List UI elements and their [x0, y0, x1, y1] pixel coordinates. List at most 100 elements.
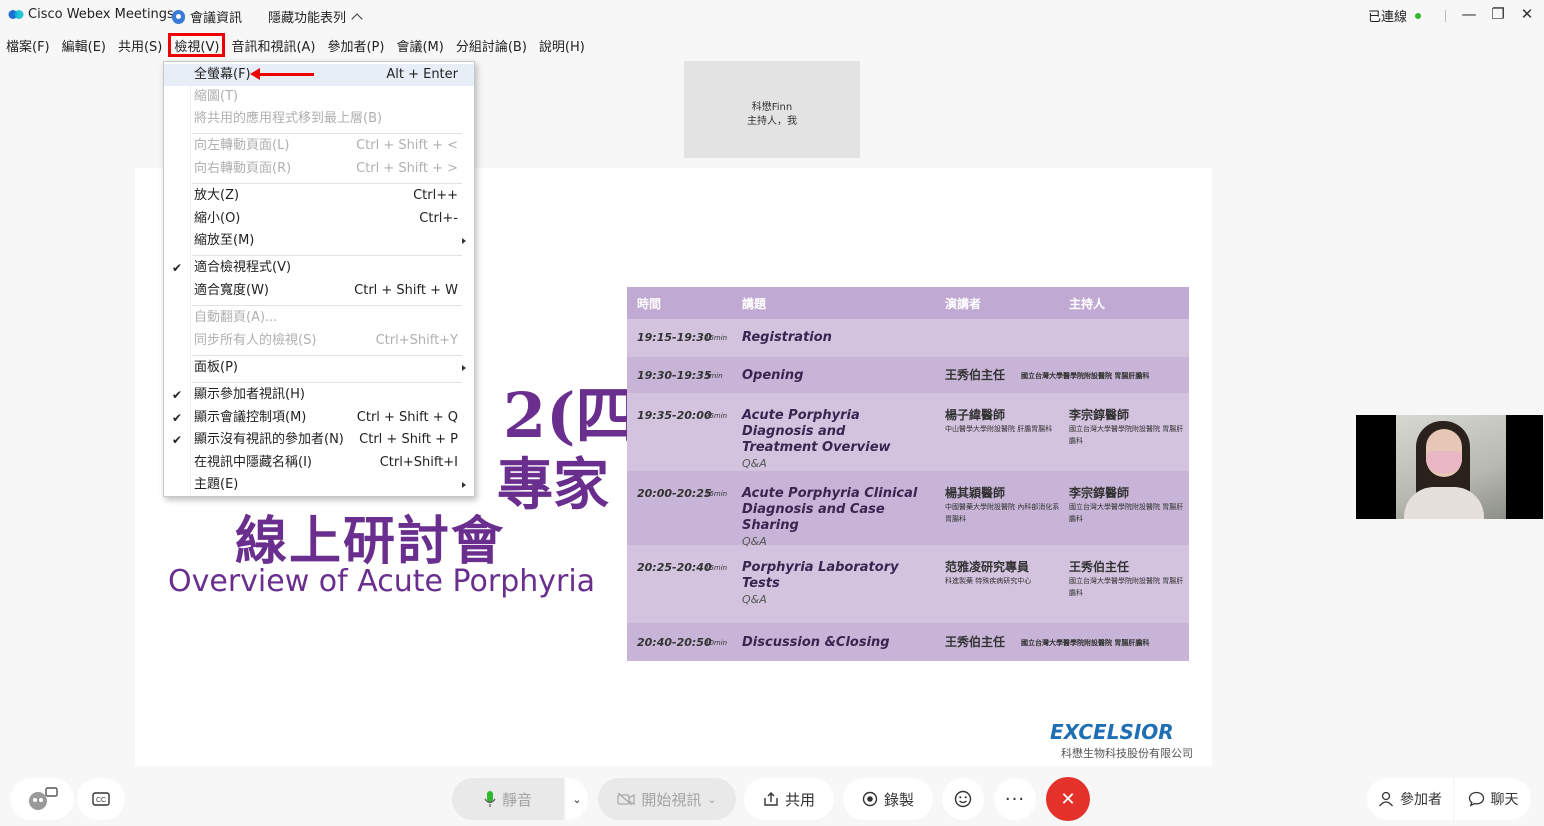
menu-item-label: 適合寬度(W): [194, 283, 269, 298]
checkmark-icon: ✔: [172, 411, 183, 425]
menu-separator: [192, 183, 462, 184]
connection-label: 已連線: [1368, 10, 1408, 25]
menu-item-label: 顯示參加者視訊(H): [194, 387, 305, 402]
assistant-icon: [29, 787, 58, 810]
menu-item-fit-viewer[interactable]: ✔ 適合檢視程式(V): [164, 257, 474, 279]
meeting-info-button[interactable]: 會議資訊: [172, 7, 242, 26]
menu-item-zoom-to[interactable]: 縮放至(M): [164, 230, 474, 252]
host-affiliation: 國立台灣大學醫學院附設醫院 胃腸肝膽科: [1069, 577, 1184, 597]
participant-video-tile[interactable]: [1356, 415, 1543, 519]
speaker-name: 范雅凌研究專員: [945, 560, 1030, 574]
hide-menu-bar-label: 隱藏功能表列: [268, 11, 347, 26]
app-title: Cisco Webex Meetings: [28, 7, 174, 22]
close-button[interactable]: ✕: [1512, 4, 1542, 24]
menu-item-zoom-in[interactable]: 放大(Z) Ctrl++: [164, 185, 474, 207]
reactions-button[interactable]: [942, 778, 984, 820]
meeting-assistant-button[interactable]: [10, 778, 74, 820]
agenda-topic: Acute Porphyria Clinical Diagnosis and C…: [742, 486, 932, 550]
menu-item-shortcut: Alt + Enter: [386, 67, 458, 82]
view-menu-dropdown: 全螢幕(F) Alt + Enter 縮圖(T) 將共用的應用程式移到最上層(B…: [163, 61, 475, 497]
agenda-header-topic: 講題: [742, 297, 767, 311]
audio-options-button[interactable]: ⌄: [566, 778, 588, 820]
slide-heading-expert: 專家: [497, 452, 609, 518]
minimize-button[interactable]: —: [1454, 4, 1484, 24]
menu-item-label: 向左轉動頁面(L): [194, 138, 290, 153]
start-video-label: 開始視訊: [641, 790, 702, 809]
speaker-name: 王秀伯主任: [945, 368, 1006, 382]
agenda-header-speaker: 演講者: [945, 297, 982, 311]
menu-separator: [192, 133, 462, 134]
menu-item-bring-shared-top[interactable]: 將共用的應用程式移到最上層(B): [164, 108, 474, 130]
excelsior-logo: EXCELSIOR: [1050, 720, 1174, 744]
menu-item-rotate-right[interactable]: 向右轉動頁面(R) Ctrl + Shift + >: [164, 158, 474, 180]
record-label: 錄製: [883, 790, 914, 809]
menu-help[interactable]: 說明(H): [533, 33, 591, 57]
menu-item-shortcut: Ctrl + Shift + W: [354, 283, 458, 298]
menu-item-fit-width[interactable]: 適合寬度(W) Ctrl + Shift + W: [164, 280, 474, 302]
more-dots-icon: ···: [1004, 788, 1026, 810]
chat-label: 聊天: [1490, 792, 1519, 808]
menu-item-rotate-left[interactable]: 向左轉動頁面(L) Ctrl + Shift + <: [164, 135, 474, 157]
mute-button[interactable]: 靜音: [452, 778, 564, 820]
checkmark-icon: ✔: [172, 433, 183, 447]
more-options-button[interactable]: ···: [994, 778, 1036, 820]
menu-item-fullscreen[interactable]: 全螢幕(F) Alt + Enter: [164, 64, 474, 86]
host-affiliation: 國立台灣大學醫學院附設醫院 胃腸肝膽科: [1069, 503, 1184, 523]
menu-item-shortcut: Ctrl + Shift + >: [356, 161, 458, 176]
agenda-speaker: 王秀伯主任: [945, 635, 1005, 650]
menu-breakout[interactable]: 分組討論(B): [450, 33, 533, 57]
camera-off-icon: [617, 792, 636, 806]
menu-file[interactable]: 檔案(F): [0, 33, 56, 57]
agenda-topic: Opening: [742, 368, 804, 383]
menu-item-panels[interactable]: 面板(P): [164, 357, 474, 379]
start-video-button[interactable]: 開始視訊 ⌄: [598, 778, 736, 820]
menu-item-theme[interactable]: 主題(E): [164, 474, 474, 496]
menu-item-hide-names[interactable]: 在視訊中隱藏名稱(I) Ctrl+Shift+I: [164, 452, 474, 474]
record-button[interactable]: 錄製: [843, 778, 933, 820]
chevron-down-icon: ⌄: [707, 792, 717, 806]
chevron-down-icon: ⌄: [572, 792, 582, 806]
agenda-topic: Discussion &Closing: [742, 635, 890, 650]
menu-item-shortcut: Ctrl+Shift+I: [379, 455, 458, 470]
menu-item-auto-page[interactable]: 自動翻頁(A)...: [164, 307, 474, 329]
menu-item-shortcut: Ctrl++: [413, 188, 458, 203]
captions-button[interactable]: CC: [77, 778, 125, 820]
menu-share[interactable]: 共用(S): [112, 33, 168, 57]
agenda-duration: 15min: [705, 334, 728, 342]
menu-item-sync-view[interactable]: 同步所有人的檢視(S) Ctrl+Shift+Y: [164, 330, 474, 352]
restore-button[interactable]: ❐: [1483, 4, 1513, 24]
agenda-duration: 25min: [705, 412, 728, 420]
submenu-arrow-icon: [462, 482, 466, 488]
menu-bar: 檔案(F) 編輯(E) 共用(S) 檢視(V) 音訊和視訊(A) 參加者(P) …: [0, 33, 591, 57]
participants-panel-button[interactable]: 參加者: [1367, 778, 1453, 820]
menu-item-show-meeting-controls[interactable]: ✔ 顯示會議控制項(M) Ctrl + Shift + Q: [164, 407, 474, 429]
host-video-tile[interactable]: 科懋Finn 主持人，我: [684, 61, 860, 158]
agenda-row: 19:15-19:30 15min Registration: [627, 319, 1189, 355]
checkmark-icon: ✔: [172, 261, 183, 275]
agenda-host: 王秀伯主任 國立台灣大學醫學院附設醫院 胃腸肝膽科: [1069, 560, 1187, 599]
share-button[interactable]: 共用: [744, 778, 834, 820]
agenda-time: 19:35-20:00: [637, 409, 712, 422]
menu-view[interactable]: 檢視(V): [168, 33, 226, 57]
title-bar: Cisco Webex Meetings 會議資訊 隱藏功能表列 已連線 — ❐…: [0, 0, 1544, 30]
menu-item-show-participant-video[interactable]: ✔ 顯示參加者視訊(H): [164, 384, 474, 406]
menu-item-thumbnails[interactable]: 縮圖(T): [164, 86, 474, 108]
agenda-time: 19:15-19:30: [637, 331, 712, 344]
video-figure-mask: [1426, 451, 1462, 473]
menu-participants[interactable]: 參加者(P): [321, 33, 390, 57]
menu-edit[interactable]: 編輯(E): [56, 33, 112, 57]
menu-audio-video[interactable]: 音訊和視訊(A): [225, 33, 321, 57]
agenda-row: 19:35-20:00 25min Acute Porphyria Diagno…: [627, 395, 1189, 470]
menu-meeting[interactable]: 會議(M): [390, 33, 449, 57]
hide-menu-bar-button[interactable]: 隱藏功能表列: [268, 7, 363, 26]
menu-item-zoom-out[interactable]: 縮小(O) Ctrl+-: [164, 208, 474, 230]
leave-meeting-button[interactable]: ✕: [1046, 777, 1090, 821]
agenda-speaker: 楊其穎醫師 中國醫藥大學附設醫院 內科部消化系胃腸科: [945, 486, 1063, 525]
speaker-affiliation: 國立台灣大學醫學院附設醫院 胃腸肝膽科: [1021, 639, 1150, 647]
menu-item-label: 同步所有人的檢視(S): [194, 333, 317, 348]
agenda-duration: 25min: [705, 490, 728, 498]
chat-panel-button[interactable]: 聊天: [1455, 778, 1531, 820]
topic-sub: Q&A: [742, 593, 767, 606]
menu-item-show-no-video-participants[interactable]: ✔ 顯示沒有視訊的參加者(N) Ctrl + Shift + P: [164, 429, 474, 451]
host-name: 李宗錞醫師: [1069, 408, 1130, 422]
